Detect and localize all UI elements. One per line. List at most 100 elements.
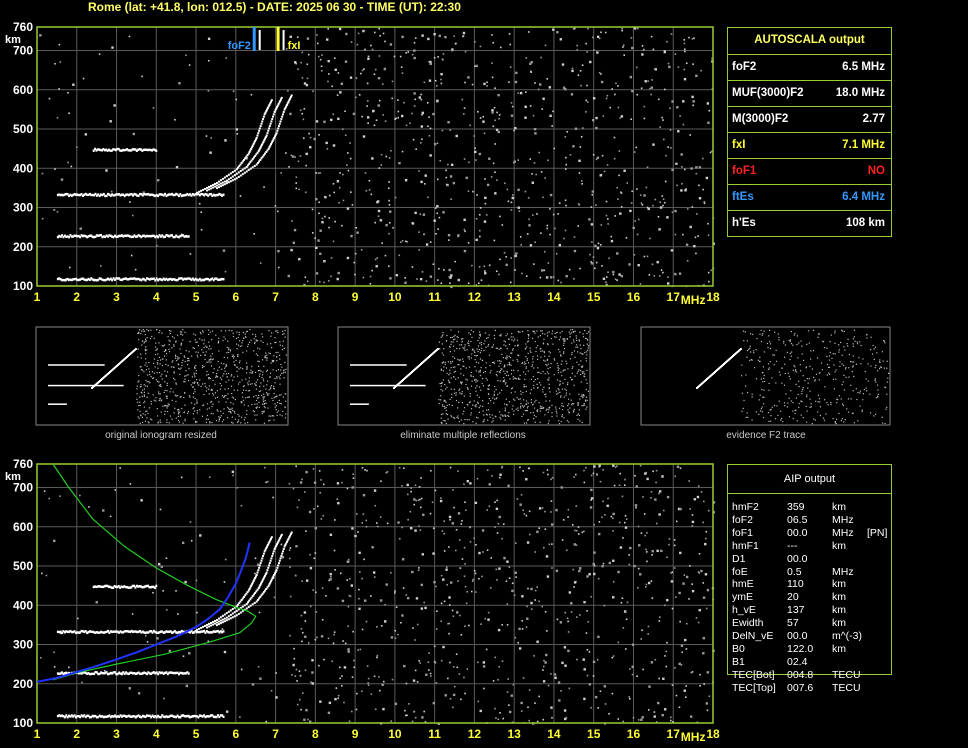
thumbnail-dot bbox=[492, 346, 494, 348]
thumbnail-dot bbox=[208, 345, 211, 347]
thumbnail-dot bbox=[231, 407, 233, 409]
thumbnail-dot bbox=[195, 364, 197, 367]
thumbnail-dot bbox=[246, 368, 248, 370]
thumbnail-dot bbox=[575, 339, 578, 342]
thumbnail-dot bbox=[224, 388, 226, 390]
thumbnail-dot bbox=[519, 398, 521, 400]
thumbnail-dot bbox=[459, 392, 461, 394]
thumbnail-dot bbox=[452, 345, 455, 347]
thumbnail-dot bbox=[547, 422, 549, 424]
thumbnail-dot bbox=[262, 341, 264, 344]
thumbnail-dot bbox=[143, 388, 146, 390]
thumbnail-dot bbox=[271, 332, 273, 334]
thumbnail-dot bbox=[558, 407, 561, 409]
thumbnail-dot bbox=[516, 397, 518, 399]
thumbnail-dot bbox=[450, 377, 452, 379]
thumbnail-dot bbox=[261, 376, 263, 379]
thumbnail-dot bbox=[227, 393, 229, 395]
thumbnail-dot bbox=[542, 342, 545, 344]
thumbnail-dot bbox=[166, 382, 168, 384]
thumbnail-dot bbox=[146, 336, 148, 339]
thumbnail-dot bbox=[223, 336, 225, 338]
thumbnail-dot bbox=[524, 373, 527, 375]
thumbnail-dot bbox=[268, 389, 270, 391]
thumbnail-dot bbox=[157, 415, 159, 417]
thumbnail-dot bbox=[547, 379, 549, 381]
thumbnail-dot bbox=[185, 375, 187, 377]
thumbnail-dot bbox=[163, 350, 165, 353]
thumbnail-dot bbox=[503, 340, 505, 342]
thumbnail-dot bbox=[563, 342, 565, 344]
thumbnail-dot bbox=[584, 330, 586, 332]
thumbnail-dot bbox=[457, 407, 459, 409]
thumbnail-dot bbox=[508, 338, 510, 340]
thumbnail-dot bbox=[237, 355, 239, 357]
thumbnail-dot bbox=[459, 388, 461, 390]
thumbnail-dot bbox=[485, 337, 488, 339]
thumbnail-dot bbox=[548, 377, 550, 379]
thumbnail-dot bbox=[475, 404, 477, 406]
thumbnail-dot bbox=[271, 415, 274, 417]
thumbnail-dot bbox=[241, 392, 244, 394]
thumbnail-dot bbox=[505, 374, 508, 377]
thumbnail-dot bbox=[164, 349, 167, 352]
thumbnail-dot bbox=[196, 421, 198, 423]
thumbnail-dot bbox=[540, 384, 542, 386]
thumbnail-dot bbox=[232, 409, 234, 412]
thumbnail-dot bbox=[237, 336, 239, 339]
thumbnail-dot bbox=[179, 348, 181, 350]
thumbnail-dot bbox=[470, 357, 473, 359]
thumbnail-dot bbox=[275, 356, 278, 358]
thumbnail-dot bbox=[495, 373, 497, 376]
thumbnail-dot bbox=[532, 358, 534, 360]
thumbnail-dot bbox=[182, 339, 184, 341]
thumbnail-dot bbox=[492, 361, 494, 364]
thumbnail-dot bbox=[260, 370, 262, 372]
thumbnail-dot bbox=[544, 355, 546, 357]
thumbnail-dot bbox=[554, 336, 556, 338]
thumbnail-dot bbox=[559, 336, 562, 338]
thumbnail-dot bbox=[196, 378, 198, 381]
thumbnail-dot bbox=[210, 355, 212, 357]
thumbnail-dot bbox=[567, 409, 569, 411]
thumbnail-dot bbox=[521, 362, 523, 365]
thumbnail-dot bbox=[587, 390, 590, 392]
thumbnail-dot bbox=[168, 329, 171, 332]
thumbnail-dot bbox=[543, 352, 545, 354]
thumbnail-dot bbox=[547, 367, 549, 370]
thumbnail-dot bbox=[193, 382, 195, 384]
thumbnail-dot bbox=[550, 362, 552, 365]
thumbnail-dot bbox=[514, 391, 516, 393]
thumbnail-dot bbox=[567, 404, 569, 407]
thumbnail-dot bbox=[515, 408, 517, 410]
thumbnail-dot bbox=[502, 357, 505, 359]
thumbnail-dot bbox=[199, 338, 201, 340]
thumbnail-dot bbox=[141, 340, 144, 342]
thumbnail-dot bbox=[148, 371, 151, 373]
thumbnail-dot bbox=[281, 415, 283, 417]
thumbnail-dot bbox=[155, 342, 157, 344]
thumbnail-dot bbox=[526, 409, 529, 412]
thumbnail-dot bbox=[458, 364, 460, 366]
thumbnail-dot bbox=[558, 339, 560, 341]
thumbnail-dot bbox=[455, 378, 457, 380]
thumbnail-dot bbox=[194, 391, 196, 393]
thumbnail-dot bbox=[205, 351, 207, 353]
thumbnail-dot bbox=[529, 347, 531, 349]
thumbnail-dot bbox=[261, 333, 263, 335]
thumbnail-dot bbox=[215, 376, 217, 378]
thumbnail-dot bbox=[183, 380, 185, 383]
thumbnail-dot bbox=[512, 376, 514, 378]
thumbnail-dot bbox=[166, 397, 168, 399]
thumbnail-dot bbox=[486, 409, 488, 411]
thumbnail-dot bbox=[231, 355, 234, 358]
thumbnail-dot bbox=[275, 408, 277, 411]
thumbnail-dot bbox=[561, 405, 563, 407]
thumbnail-dot bbox=[443, 400, 445, 402]
thumbnail-dot bbox=[440, 389, 442, 391]
thumbnail-dot bbox=[557, 367, 559, 369]
thumbnail-dot bbox=[249, 371, 251, 374]
thumbnail-dot bbox=[452, 339, 455, 341]
thumbnail-dot bbox=[556, 415, 558, 417]
thumbnail-dot bbox=[273, 397, 275, 399]
